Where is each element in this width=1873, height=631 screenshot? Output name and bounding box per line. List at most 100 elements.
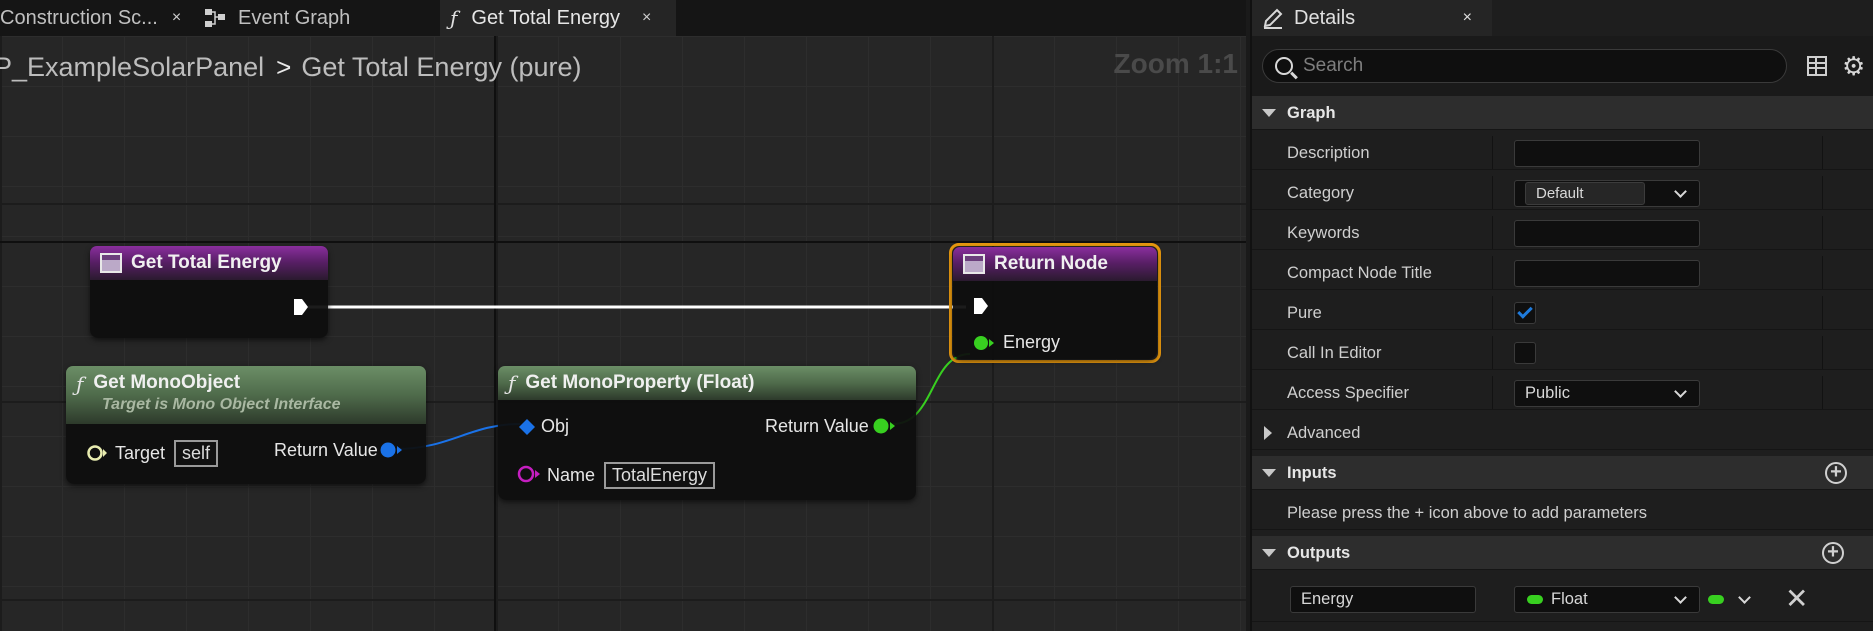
name-pin-icon[interactable] [516,464,542,484]
tab-event-graph[interactable]: Event Graph [200,0,430,36]
access-specifier-combo[interactable]: Public [1514,380,1700,407]
call-in-editor-checkbox[interactable] [1514,342,1536,364]
function-entry-icon [100,253,122,273]
pencil-icon [1263,8,1283,29]
container-type-icon[interactable] [1708,595,1724,604]
pin-return-value-label: Return Value [765,416,869,436]
node-title: Get MonoObject [93,372,241,393]
document-tab-bar: Construction Sc... × Event Graph ƒ Get T… [0,0,1246,36]
expand-arrow-icon [1264,426,1272,440]
compact-node-title-field[interactable] [1514,260,1700,287]
pin-return-value-label: Return Value [274,440,378,460]
collapse-arrow-icon [1262,549,1276,557]
close-icon[interactable]: × [642,9,651,27]
close-icon[interactable]: × [1463,9,1472,27]
section-label: Outputs [1287,543,1351,562]
add-input-icon[interactable]: + [1825,462,1847,484]
section-graph-header[interactable]: Graph [1252,96,1873,130]
property-row-compact-node-title: Compact Node Title [1252,256,1873,290]
property-label: Keywords [1287,223,1360,242]
property-label: Access Specifier [1287,383,1409,402]
return-node[interactable]: Return Node Energy [953,247,1157,359]
section-outputs-header[interactable]: Outputs + [1252,536,1873,570]
access-value: Public [1525,384,1570,402]
tab-label: Construction Sc... [0,6,158,29]
chevron-down-icon [1674,185,1687,198]
pure-checkbox[interactable] [1514,302,1536,324]
node-subtitle: Target is Mono Object Interface [102,396,341,413]
output-type-combo[interactable]: Float [1514,586,1700,613]
output-name-field[interactable]: Energy [1290,586,1476,613]
inputs-hint: Please press the + icon above to add par… [1287,503,1648,522]
node-title: Return Node [994,253,1108,274]
node-title: Get MonoProperty (Float) [525,372,755,393]
collapse-arrow-icon [1262,469,1276,477]
object-in-pin-icon[interactable] [518,418,536,436]
exec-out-pin[interactable] [293,298,309,316]
section-label: Inputs [1287,463,1337,482]
property-label: Advanced [1287,423,1361,442]
property-row-call-in-editor: Call In Editor [1252,336,1873,370]
chevron-down-icon[interactable] [1738,591,1751,604]
property-label: Compact Node Title [1287,263,1432,282]
property-row-advanced[interactable]: Advanced [1252,416,1873,450]
function-icon: ƒ [508,371,516,395]
details-panel: Details × Search ⚙ Graph Description Cat… [1250,0,1873,631]
float-out-pin-icon[interactable] [872,417,896,435]
remove-output-icon[interactable]: ✕ [1785,584,1808,614]
target-default-field[interactable]: self [174,440,219,467]
close-icon[interactable]: × [172,9,181,27]
gear-icon[interactable]: ⚙ [1842,53,1865,79]
output-param-row: Energy Float ✕ [1252,582,1873,622]
property-row-access-specifier: Access Specifier Public [1252,376,1873,410]
search-input[interactable]: Search [1262,49,1787,83]
get-mono-property-node[interactable]: ƒ Get MonoProperty (Float) Obj Return Va… [498,366,916,500]
property-label: Call In Editor [1287,343,1382,362]
property-row-description: Description [1252,136,1873,170]
node-header: ƒ Get MonoProperty (Float) [498,366,916,400]
section-label: Graph [1287,103,1336,122]
function-entry-node[interactable]: Get Total Energy [90,246,328,338]
section-inputs-header[interactable]: Inputs + [1252,456,1873,490]
float-pin-icon[interactable] [973,335,995,351]
tab-details[interactable]: Details × [1252,0,1492,36]
function-icon: ƒ [76,372,84,396]
details-toolbar: Search ⚙ [1252,36,1873,96]
add-output-icon[interactable]: + [1822,542,1844,564]
node-header: Return Node [953,247,1157,281]
property-label: Pure [1287,303,1322,322]
chevron-down-icon [1674,591,1687,604]
event-graph-icon [204,8,226,28]
node-title: Get Total Energy [131,252,282,273]
node-header: ƒ Get MonoObject Target is Mono Object I… [66,366,426,424]
blueprint-graph-canvas[interactable]: P_ExampleSolarPanel > Get Total Energy (… [0,36,1246,631]
inputs-hint-row: Please press the + icon above to add par… [1252,496,1873,530]
search-icon [1275,57,1293,75]
table-view-icon[interactable] [1807,56,1827,76]
tab-construction-script[interactable]: Construction Sc... × [0,0,190,36]
category-value: Default [1525,182,1645,205]
property-label: Category [1287,183,1354,202]
property-row-category: Category Default [1252,176,1873,210]
category-combo[interactable]: Default [1514,180,1700,207]
chevron-down-icon [1674,385,1687,398]
check-icon [1517,303,1533,319]
search-placeholder: Search [1303,55,1364,76]
property-label: Description [1287,143,1370,162]
name-default-field[interactable]: TotalEnergy [604,462,716,489]
description-field[interactable] [1514,140,1700,167]
interface-pin-icon[interactable] [86,444,108,462]
object-pin-icon[interactable] [379,441,403,459]
keywords-field[interactable] [1514,220,1700,247]
node-header: Get Total Energy [90,246,328,280]
pin-energy-label: Energy [1003,332,1061,352]
tab-label: Event Graph [238,6,351,29]
return-node-icon [963,254,985,274]
get-mono-object-node[interactable]: ƒ Get MonoObject Target is Mono Object I… [66,366,426,484]
pin-target-label: Target [115,443,166,463]
tab-label: Details [1294,6,1356,29]
pin-name-label: Name [547,465,596,485]
tab-get-total-energy[interactable]: ƒ Get Total Energy × [440,0,676,36]
collapse-arrow-icon [1262,109,1276,117]
exec-in-pin[interactable] [973,297,989,315]
